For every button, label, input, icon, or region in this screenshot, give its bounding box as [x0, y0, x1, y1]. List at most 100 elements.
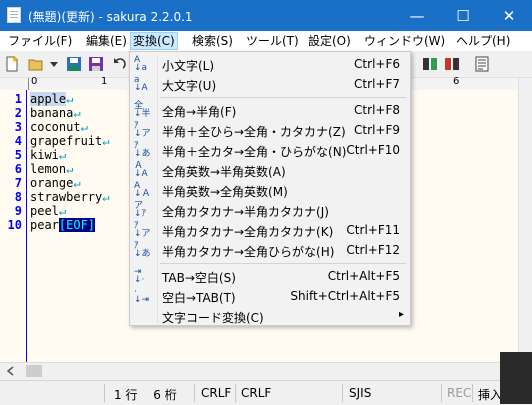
line-number: 10 [7, 218, 22, 232]
open-folder-icon[interactable] [28, 56, 44, 72]
line-text: orange [30, 176, 74, 190]
menu-help[interactable]: ヘルプ(H) [454, 33, 512, 49]
save-icon[interactable] [66, 56, 82, 72]
menu-item-han-kata-to-zen[interactable]: ｱ ↓ア 半角カタカナ→全角カタカナ(K) Ctrl+F11 [130, 220, 410, 240]
text-line: pear[EOF] [30, 218, 96, 232]
menu-tools[interactable]: ツール(T) [244, 33, 301, 49]
title-bar: (無題)(更新) - sakura 2.2.0.1 — ☐ ✕ [0, 0, 532, 31]
line-text: grapefruit [30, 134, 103, 148]
convert-hira-icon: ｱ ↓あ [134, 241, 151, 259]
line-number: 2 [14, 106, 22, 120]
new-file-icon[interactable] [4, 56, 20, 72]
line-number: 3 [14, 120, 22, 134]
crlf-mark: ↵ [58, 148, 67, 162]
maximize-button[interactable]: ☐ [440, 0, 486, 31]
horizontal-scrollbar[interactable] [0, 362, 518, 380]
space-to-tab-icon: · ↓⇥ [134, 287, 150, 305]
crlf-mark: ↵ [73, 106, 81, 120]
line-number: 8 [14, 190, 22, 204]
menu-window[interactable]: ウィンドウ(W) [362, 33, 447, 49]
menu-file[interactable]: ファイル(F) [6, 33, 74, 49]
minimize-button[interactable]: — [394, 0, 440, 31]
line-text: peel [30, 204, 59, 218]
scroll-thumb[interactable] [26, 365, 42, 377]
menu-item-charcode-convert[interactable]: 文字コード変換(C) ▸ [130, 306, 410, 326]
rec-indicator: REC [447, 386, 472, 400]
close-button[interactable]: ✕ [486, 0, 532, 31]
text-line: kiwi↵ [30, 148, 66, 162]
text-line: lemon↵ [30, 162, 73, 176]
line-text: strawberry [30, 190, 103, 204]
menu-settings[interactable]: 設定(O) [306, 33, 353, 49]
line-text: apple [30, 92, 67, 106]
list-icon[interactable] [474, 56, 490, 72]
crlf-mark: ↵ [66, 162, 74, 176]
uppercase-icon: a ↓A [134, 75, 148, 93]
crlf-mark: ↵ [80, 120, 88, 134]
menu-item-zen-to-han[interactable]: 全 ↓半 全角→半角(F) Ctrl+F8 [130, 100, 410, 120]
line-text: pear [30, 218, 59, 232]
menu-item-han-alnum-to-zen[interactable]: A ↓Ａ 半角英数→全角英数(M) [130, 180, 410, 200]
menu-item-zen-kata-to-han[interactable]: ア ↓ｱ 全角カタカナ→半角カタカナ(J) [130, 200, 410, 220]
menu-item-han-kata-to-hira[interactable]: ｱ ↓あ 半角カタカナ→全角ひらがな(H) Ctrl+F12 [130, 240, 410, 260]
convert-alnum-full-icon: A ↓Ａ [134, 181, 151, 199]
newline-type: CRLF [201, 386, 232, 400]
menu-item-uppercase[interactable]: a ↓A 大文字(U) Ctrl+F7 [130, 74, 410, 94]
menu-edit[interactable]: 編集(E) [84, 33, 129, 49]
line-text: lemon [30, 162, 67, 176]
convert-kata-half-icon: ア ↓ｱ [134, 201, 147, 219]
crlf-mark: ↵ [73, 176, 81, 190]
convert-width-icon: 全 ↓半 [134, 101, 151, 119]
ruler-label: 1 [101, 76, 108, 87]
eof-marker: [EOF] [58, 218, 96, 232]
line-number: 7 [14, 176, 22, 190]
line-number: 6 [14, 162, 22, 176]
convert-katakana-icon: ｱ ↓ア [134, 121, 151, 139]
menu-item-space-to-tab[interactable]: · ↓⇥ 空白→TAB(T) Shift+Ctrl+Alt+F5 [130, 286, 410, 306]
tab-to-space-icon: ⇥ ↓· [134, 267, 145, 285]
menu-search[interactable]: 検索(S) [190, 33, 235, 49]
vertical-scrollbar[interactable] [518, 78, 532, 362]
text-line: orange↵ [30, 176, 81, 190]
outline-icon[interactable] [444, 56, 460, 72]
submenu-arrow-icon: ▸ [398, 309, 404, 320]
cursor-position: 1 行 6 桁 [114, 388, 177, 402]
text-line: peel↵ [30, 204, 66, 218]
line-text: coconut [30, 120, 81, 134]
text-line: strawberry↵ [30, 190, 109, 204]
dropdown-arrow-icon[interactable] [46, 56, 62, 72]
menu-item-tab-to-space[interactable]: ⇥ ↓· TAB→空白(S) Ctrl+Alt+F5 [130, 266, 410, 286]
scroll-left-icon[interactable] [6, 366, 16, 376]
newline-type-2: CRLF [241, 386, 272, 400]
line-text: banana [30, 106, 74, 120]
line-number: 5 [14, 148, 22, 162]
encoding: SJIS [349, 386, 372, 400]
undo-icon[interactable] [112, 56, 128, 72]
status-bar: 1 行 6 桁 CRLF CRLF SJIS REC 挿入 [0, 380, 532, 405]
line-text: kiwi [30, 148, 59, 162]
ruler-label: 0 [31, 76, 38, 87]
text-line: apple↵ [30, 92, 73, 106]
crlf-mark: ↵ [102, 190, 110, 204]
menu-item-zen-alnum-to-han[interactable]: Ａ ↓A 全角英数→半角英数(A) [130, 160, 410, 180]
menu-item-lowercase[interactable]: A ↓a 小文字(L) Ctrl+F6 [130, 54, 410, 74]
lowercase-icon: A ↓a [134, 55, 148, 73]
overlay-corner [500, 352, 532, 404]
line-number: 9 [14, 204, 22, 218]
text-line: grapefruit↵ [30, 134, 109, 148]
menu-item-to-zen-katakana[interactable]: ｱ ↓ア 半角＋全ひら→全角・カタカナ(Z) Ctrl+F9 [130, 120, 410, 140]
crlf-mark: ↵ [66, 92, 74, 106]
crlf-mark: ↵ [58, 204, 67, 218]
menu-item-to-zen-hiragana[interactable]: ｱ ↓あ 半角＋全カタ→全角・ひらがな(N) Ctrl+F10 [130, 140, 410, 160]
convert-alnum-half-icon: Ａ ↓A [134, 161, 148, 179]
ruler-label: 6 [453, 76, 460, 87]
line-number: 4 [14, 134, 22, 148]
line-number: 1 [14, 92, 22, 106]
text-line: coconut↵ [30, 120, 88, 134]
insert-mode: 挿入 [478, 388, 503, 402]
convert-kata-full-icon: ｱ ↓ア [134, 221, 151, 239]
menu-convert[interactable]: 変換(C) [130, 32, 178, 50]
grep-icon[interactable] [422, 56, 438, 72]
save-as-icon[interactable] [88, 56, 104, 72]
convert-hiragana-icon: ｱ ↓あ [134, 141, 151, 159]
